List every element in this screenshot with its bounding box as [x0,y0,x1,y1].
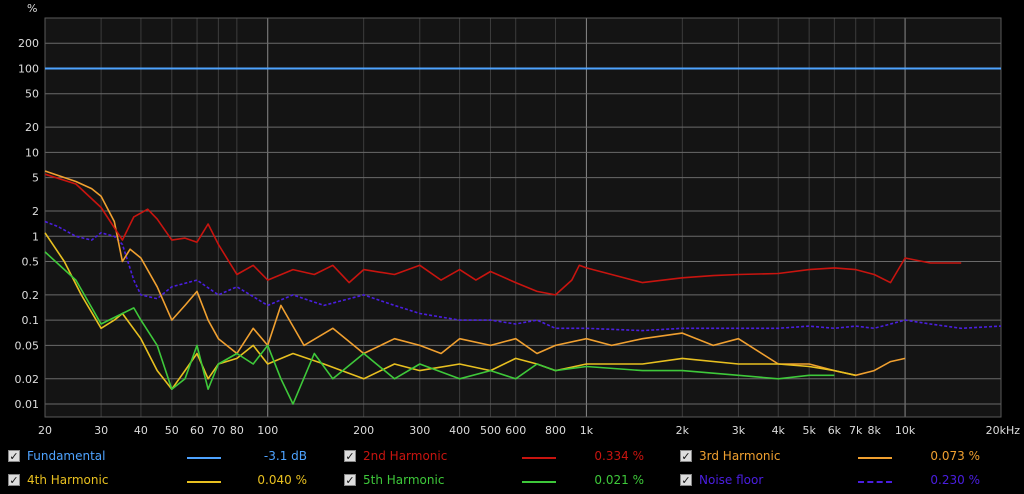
thd-chart: 200 100 50 20 10 5 2 1 0.5 0.2 0.1 0.05 0.02 0.01 20 3… [0,0,1024,444]
plot-area [45,18,1001,417]
y-tick-label: 50 [25,88,39,101]
legend-item-3rd-harmonic: ✓ 3rd Harmonic 0.073 % [0,448,1024,470]
y-tick-label: 20 [25,121,39,134]
x-tick-label: 600 [505,424,526,437]
x-tick-label: 40 [134,424,148,437]
legend-item-noise-floor: ✓ Noise floor 0.230 % [0,472,1024,494]
x-tick-label: 3k [732,424,746,437]
y-tick-label: 0.5 [22,256,40,269]
y-tick-label: 10 [25,146,39,159]
x-tick-label: 200 [353,424,374,437]
y-tick-label: 0.02 [15,373,40,386]
y-tick-label: 0.1 [22,314,40,327]
y-unit-label: % [27,2,37,15]
legend-swatch [858,457,892,459]
legend-label: Noise floor [699,473,764,487]
legend: ✓ Fundamental -3.1 dB ✓ 2nd Harmonic 0.334 % ✓… [0,444,1024,494]
x-tick-label: 2k [676,424,690,437]
legend-value: 0.073 % [930,449,980,463]
x-tick-label: 1k [580,424,594,437]
y-tick-label: 0.01 [15,398,40,411]
legend-swatch [858,481,892,483]
y-tick-label: 0.2 [22,289,40,302]
legend-label: 3rd Harmonic [699,449,781,463]
x-tick-label: 20kHz [986,424,1021,437]
x-tick-label: 100 [257,424,278,437]
x-tick-label: 5k [802,424,816,437]
x-tick-label: 800 [545,424,566,437]
y-tick-label: 200 [18,37,39,50]
x-tick-label: 7k [849,424,863,437]
x-tick-label: 6k [828,424,842,437]
legend-value: 0.230 % [930,473,980,487]
y-tick-label: 1 [32,230,39,243]
x-tick-label: 60 [190,424,204,437]
y-tick-label: 0.05 [15,339,40,352]
x-tick-label: 4k [772,424,786,437]
y-tick-label: 5 [32,172,39,185]
x-tick-label: 500 [480,424,501,437]
x-tick-label: 10k [895,424,916,437]
x-tick-label: 8k [868,424,882,437]
legend-checkbox-3rd-harmonic[interactable]: ✓ [680,450,692,462]
x-tick-label: 20 [38,424,52,437]
x-tick-label: 50 [165,424,179,437]
x-tick-label: 80 [230,424,244,437]
x-tick-label: 70 [211,424,225,437]
y-tick-label: 100 [18,62,39,75]
x-tick-label: 300 [409,424,430,437]
x-tick-label: 30 [94,424,108,437]
legend-checkbox-noise-floor[interactable]: ✓ [680,474,692,486]
x-tick-label: 400 [449,424,470,437]
y-tick-label: 2 [32,205,39,218]
